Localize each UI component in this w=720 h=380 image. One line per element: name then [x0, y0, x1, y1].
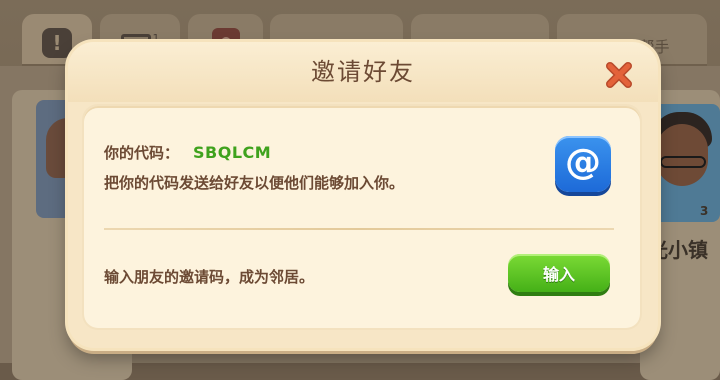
enter-code-button-label: 输入: [542, 265, 575, 284]
avatar-face: [656, 124, 708, 186]
invite-friends-dialog: 邀请好友 你的代码： SBQLCM 把你的代码发送给好友以便他们能够加入你。 @ …: [68, 42, 658, 348]
close-icon: [606, 62, 632, 88]
friend-level-label: 3: [700, 204, 709, 218]
your-code-description: 把你的代码发送给好友以便他们能够加入你。: [104, 174, 405, 192]
share-code-button[interactable]: @: [555, 136, 611, 192]
your-code-row: 你的代码： SBQLCM: [104, 142, 271, 163]
divider: [104, 228, 614, 230]
dialog-body: 你的代码： SBQLCM 把你的代码发送给好友以便他们能够加入你。 @ 输入朋友的…: [84, 106, 640, 328]
dialog-header: 邀请好友: [68, 42, 658, 102]
your-code-label: 你的代码：: [104, 144, 180, 162]
dialog-title: 邀请好友: [311, 58, 415, 86]
enter-friend-code-prompt: 输入朋友的邀请码，成为邻居。: [104, 268, 315, 286]
close-button[interactable]: [604, 60, 634, 90]
your-code-value: SBQLCM: [193, 143, 272, 162]
enter-code-button[interactable]: 输入: [508, 254, 610, 292]
avatar-glasses: [660, 156, 706, 168]
at-sign-icon: @: [565, 141, 601, 183]
